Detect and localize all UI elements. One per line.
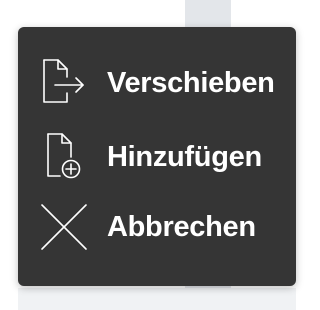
file-add-icon	[38, 131, 90, 183]
file-move-icon	[38, 57, 90, 109]
menu-item-label: Abbrechen	[107, 210, 256, 243]
menu-item-verschieben[interactable]: Verschieben	[18, 48, 296, 118]
page-backdrop: Verschieben Hinzufügen Abbrechen	[0, 0, 316, 310]
close-icon	[38, 201, 90, 253]
menu-item-abbrechen[interactable]: Abbrechen	[18, 192, 296, 262]
context-menu: Verschieben Hinzufügen Abbrechen	[18, 27, 296, 286]
background-panel	[18, 288, 296, 310]
menu-item-hinzufuegen[interactable]: Hinzufügen	[18, 122, 296, 192]
menu-item-label: Hinzufügen	[107, 140, 262, 173]
menu-item-label: Verschieben	[107, 66, 275, 99]
